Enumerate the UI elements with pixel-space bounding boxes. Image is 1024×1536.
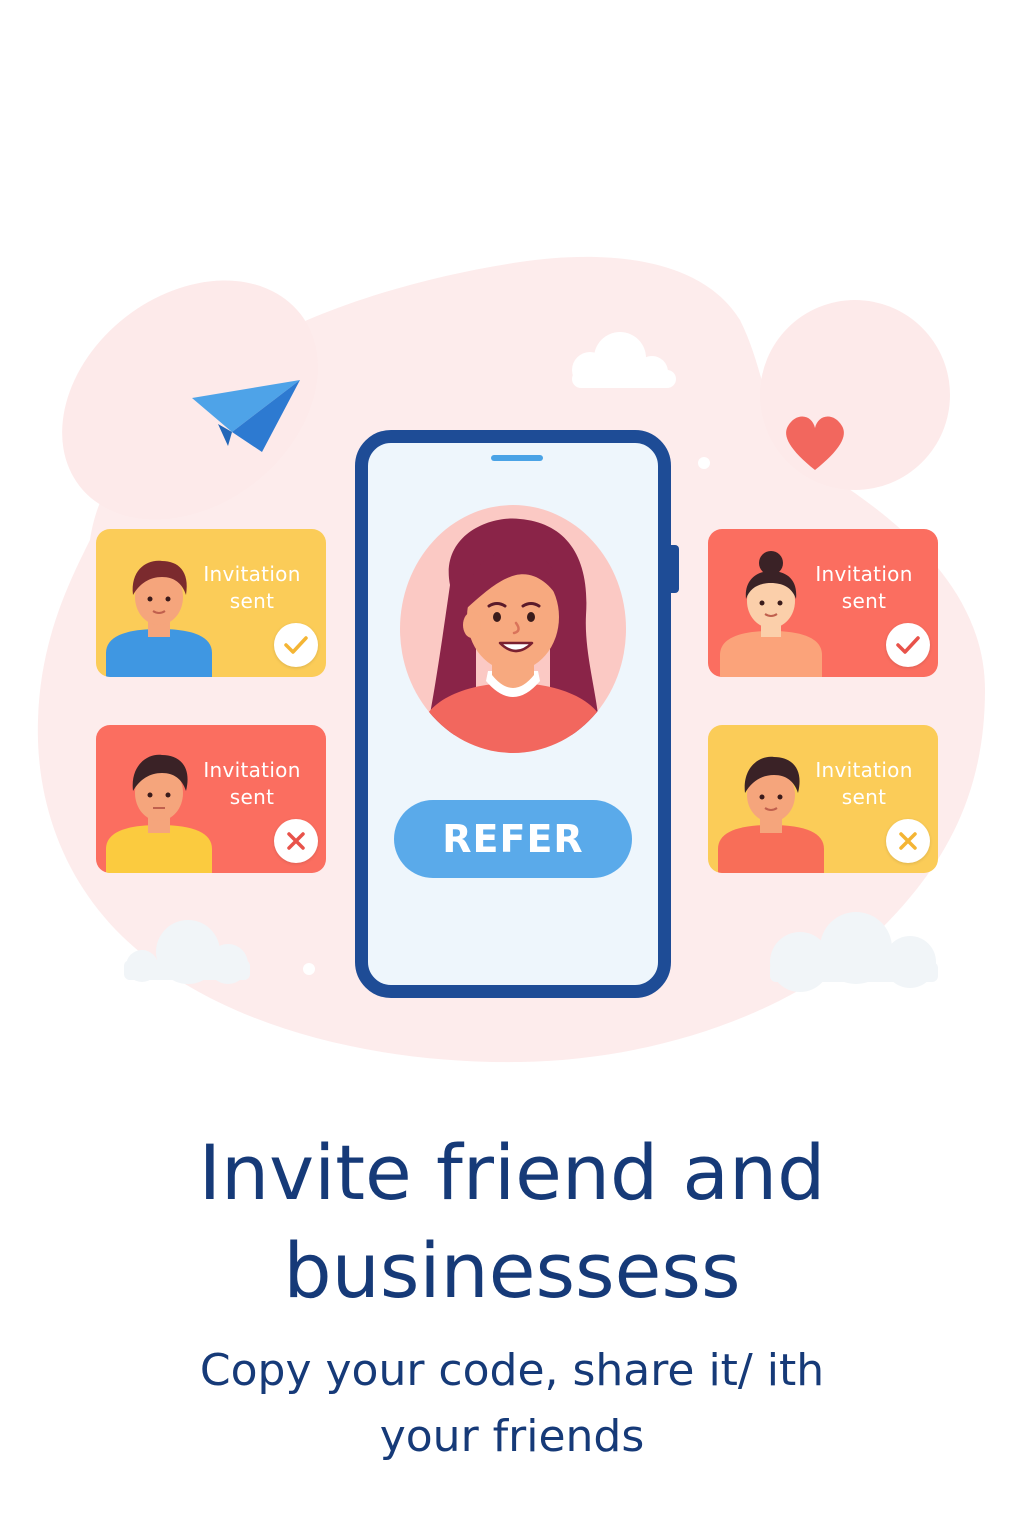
page-title: Invite friend and businessess [198, 1128, 826, 1315]
invitation-status-text: Invitation sent [203, 562, 301, 613]
cross-badge [886, 819, 930, 863]
page-subtitle: Copy your code, share it/ ith your frien… [199, 1345, 825, 1462]
invitation-card: Invitation sent [96, 725, 326, 873]
invitation-status-text: Invitation sent [815, 562, 913, 613]
refer-button[interactable]: REFER [394, 800, 632, 878]
phone-speaker [491, 455, 543, 461]
invitation-status-text: Invitation sent [203, 758, 301, 809]
close-icon [899, 832, 917, 850]
check-badge [886, 623, 930, 667]
close-icon [287, 832, 305, 850]
invitation-card: Invitation sent [708, 529, 938, 677]
invitation-status-text: Invitation sent [815, 758, 913, 809]
check-icon [896, 636, 920, 654]
referral-illustration: Invitation sent Invitation sent Invitati… [0, 0, 1024, 1080]
profile-avatar [400, 505, 626, 753]
referral-onboarding-screen: Invitation sent Invitation sent Invitati… [0, 0, 1024, 1536]
invitation-card: Invitation sent [96, 529, 326, 677]
invitation-card: Invitation sent [708, 725, 938, 873]
cross-badge [274, 819, 318, 863]
check-icon [284, 636, 308, 654]
check-badge [274, 623, 318, 667]
phone-mockup: REFER [355, 430, 671, 998]
